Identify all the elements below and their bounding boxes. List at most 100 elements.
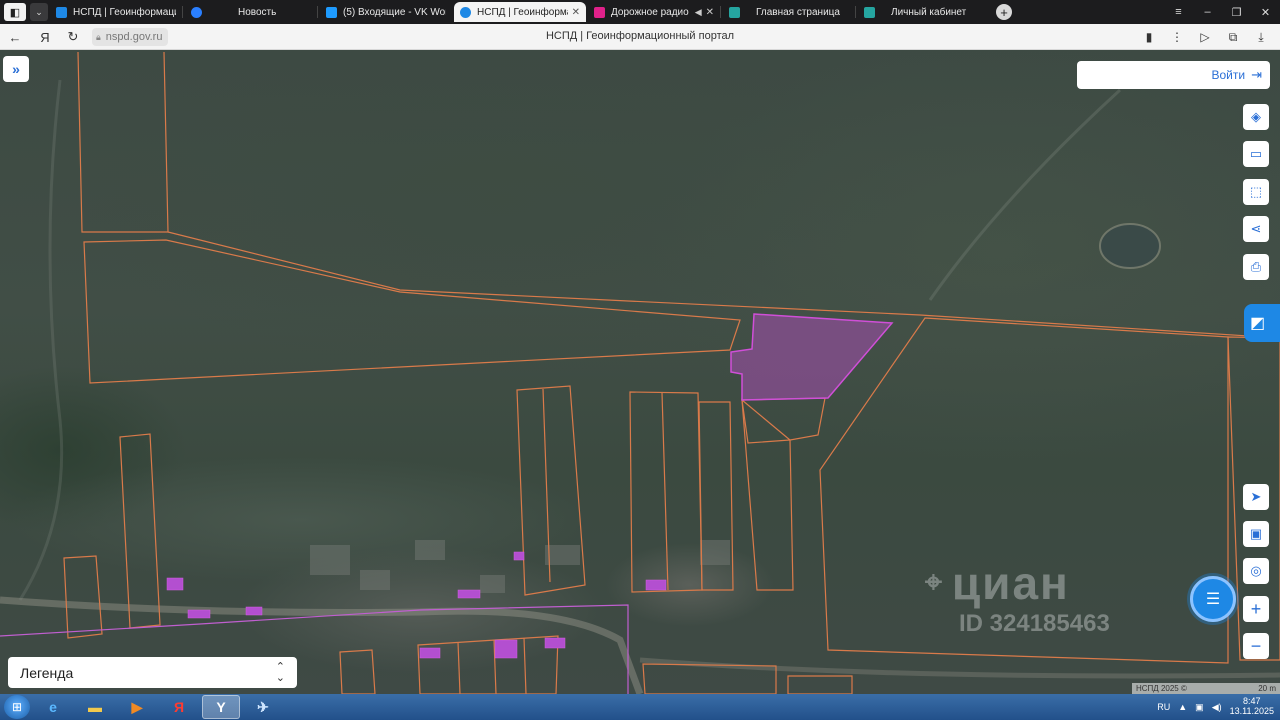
- globe-favicon-icon: [56, 6, 67, 18]
- windows-logo-icon: ⊞: [11, 700, 23, 714]
- extension-panel-button[interactable]: ◩: [1244, 304, 1280, 342]
- selected-parcel: [730, 313, 894, 401]
- explorer-taskbar-button[interactable]: ▬: [76, 695, 114, 719]
- sidebar-icon[interactable]: ⧉: [1224, 28, 1242, 46]
- lock-icon: 🔒︎: [96, 31, 101, 42]
- window-controls: ≡ – ❐ ✕: [1164, 0, 1280, 24]
- new-tab-button[interactable]: +: [996, 4, 1012, 20]
- radio-favicon-icon: [594, 6, 605, 18]
- reload-icon[interactable]: ↻: [64, 28, 82, 46]
- plane-icon: ✈: [257, 698, 269, 715]
- location-search-button[interactable]: ◎: [1243, 558, 1269, 584]
- url-field[interactable]: 🔒︎ nspd.gov.ru: [92, 28, 169, 46]
- share-button[interactable]: ⋖: [1243, 216, 1269, 242]
- speaker-icon[interactable]: ◀: [695, 7, 702, 18]
- plus-icon: +: [1250, 598, 1262, 619]
- gosuslugi-favicon-icon: [729, 6, 740, 18]
- globe-favicon-icon: [460, 6, 471, 18]
- yandex-logo-icon: Я: [173, 699, 185, 715]
- restore-icon[interactable]: ❐: [1222, 6, 1251, 19]
- clock-date: 13.11.2025: [1229, 706, 1274, 716]
- browser-tab-bar: ◧ ⌄ НСПД | Геоинформацион Новость (5) Вх…: [0, 0, 1280, 24]
- location-pin-icon: ◎: [1250, 563, 1262, 578]
- navigation-arrow-icon: ➤: [1250, 489, 1262, 504]
- select-area-button[interactable]: ⬚: [1243, 179, 1269, 205]
- tab-list-chevron-icon[interactable]: ⌄: [30, 3, 48, 21]
- map-extension-icon: ◩: [1250, 315, 1266, 332]
- map-attribution: НСПД 2025 © 20 m: [1132, 683, 1280, 694]
- geolocate-button[interactable]: ➤: [1243, 484, 1269, 510]
- map-view[interactable]: [0, 50, 1280, 694]
- yandex-browser-taskbar-button[interactable]: Y: [202, 695, 240, 719]
- ruler-icon: ▭: [1249, 146, 1263, 161]
- ruler-button[interactable]: ▭: [1243, 141, 1269, 167]
- tab-vk-workmail[interactable]: (5) Входящие - VK WorkM: [320, 2, 452, 22]
- browser-menu-icon[interactable]: ◧: [4, 3, 26, 21]
- tab-road-radio[interactable]: Дорожное радио — ◀ ✕: [588, 2, 720, 22]
- close-tab-icon[interactable]: ✕: [572, 7, 580, 18]
- windows-taskbar: ⊞ e ▬ ▶ Я Y ✈ RU ▲ ▣ ◀) 8:47 13.11.2025: [0, 694, 1280, 720]
- screen: ◧ ⌄ НСПД | Геоинформацион Новость (5) Вх…: [0, 0, 1280, 720]
- close-tab-icon[interactable]: ✕: [706, 7, 714, 18]
- legend-selector[interactable]: Легенда ⌃ ⌄: [8, 657, 297, 688]
- scale-bar: 20 m: [1258, 684, 1276, 693]
- back-arrow-icon[interactable]: ←: [6, 28, 24, 46]
- printer-icon: ⎙: [1250, 259, 1262, 274]
- system-tray: RU ▲ ▣ ◀) 8:47 13.11.2025: [1157, 694, 1274, 720]
- expand-sidebar-button[interactable]: »: [3, 56, 29, 82]
- vk-mail-favicon-icon: [326, 6, 337, 18]
- tab-nspd-active[interactable]: НСПД | Геоинформаци ✕: [454, 2, 586, 22]
- minimize-icon[interactable]: –: [1193, 6, 1222, 18]
- ie-icon: e: [49, 699, 57, 715]
- cadastral-overlay: [0, 51, 1280, 694]
- login-arrow-icon: ⇥: [1251, 67, 1262, 82]
- address-bar: ← Я ↻ 🔒︎ nspd.gov.ru НСПД | Геоинформаци…: [0, 24, 1280, 50]
- close-window-icon[interactable]: ✕: [1251, 6, 1280, 19]
- network-icon[interactable]: ▣: [1195, 702, 1204, 713]
- language-indicator[interactable]: RU: [1157, 702, 1170, 712]
- yandex-taskbar-button[interactable]: Я: [160, 695, 198, 719]
- media-player-taskbar-button[interactable]: ▶: [118, 695, 156, 719]
- chat-bubble-icon: ☰: [1205, 591, 1221, 608]
- up-down-chevron-icon: ⌃ ⌄: [275, 660, 285, 684]
- app-taskbar-button[interactable]: ✈: [244, 695, 282, 719]
- layers-icon: ◈: [1251, 109, 1261, 124]
- page-title: НСПД | Геоинформационный портал: [545, 30, 735, 42]
- minimap-button[interactable]: ▣: [1243, 521, 1269, 547]
- tab-personal-cabinet[interactable]: Личный кабинет: [858, 2, 990, 22]
- tab-nspd-1[interactable]: НСПД | Геоинформацион: [50, 2, 182, 22]
- yandex-browser-icon: Y: [216, 699, 226, 715]
- menu-icon[interactable]: ≡: [1164, 6, 1193, 18]
- zoom-out-button[interactable]: −: [1243, 633, 1269, 659]
- folder-icon: ▬: [88, 699, 102, 715]
- internet-explorer-taskbar-button[interactable]: e: [34, 695, 72, 719]
- print-button[interactable]: ⎙: [1243, 254, 1269, 280]
- minimap-icon: ▣: [1249, 526, 1263, 541]
- volume-icon[interactable]: ◀): [1212, 702, 1222, 713]
- more-icon[interactable]: ⋮: [1168, 28, 1186, 46]
- gosuslugi-favicon-icon: [864, 6, 875, 18]
- mail-ru-favicon-icon: [191, 6, 202, 18]
- chat-button[interactable]: ☰: [1190, 576, 1236, 622]
- login-button[interactable]: Войти ⇥: [1077, 61, 1270, 89]
- zoom-in-button[interactable]: +: [1243, 596, 1269, 622]
- share-icon: ⋖: [1250, 221, 1262, 236]
- select-area-icon: ⬚: [1249, 184, 1263, 199]
- legend-label: Легенда: [20, 664, 74, 681]
- parcel-borders: [63, 51, 1280, 694]
- url-text: nspd.gov.ru: [105, 31, 163, 43]
- address-actions: ▮ ⋮ ▷ ⧉ ⤓: [1140, 28, 1270, 46]
- layers-button[interactable]: ◈: [1243, 104, 1269, 130]
- tab-news[interactable]: Новость: [185, 2, 317, 22]
- download-icon[interactable]: ⤓: [1252, 28, 1270, 46]
- tab-main-page[interactable]: Главная страница: [723, 2, 855, 22]
- clock[interactable]: 8:47 13.11.2025: [1229, 696, 1274, 717]
- media-icon[interactable]: ▷: [1196, 28, 1214, 46]
- play-icon: ▶: [131, 698, 143, 715]
- login-label: Войти: [1211, 68, 1246, 82]
- tray-arrow-icon[interactable]: ▲: [1178, 702, 1187, 712]
- yandex-icon[interactable]: Я: [36, 28, 54, 46]
- bookmark-icon[interactable]: ▮: [1140, 28, 1158, 46]
- start-button[interactable]: ⊞: [4, 695, 30, 719]
- attribution-text: НСПД 2025 ©: [1136, 684, 1187, 693]
